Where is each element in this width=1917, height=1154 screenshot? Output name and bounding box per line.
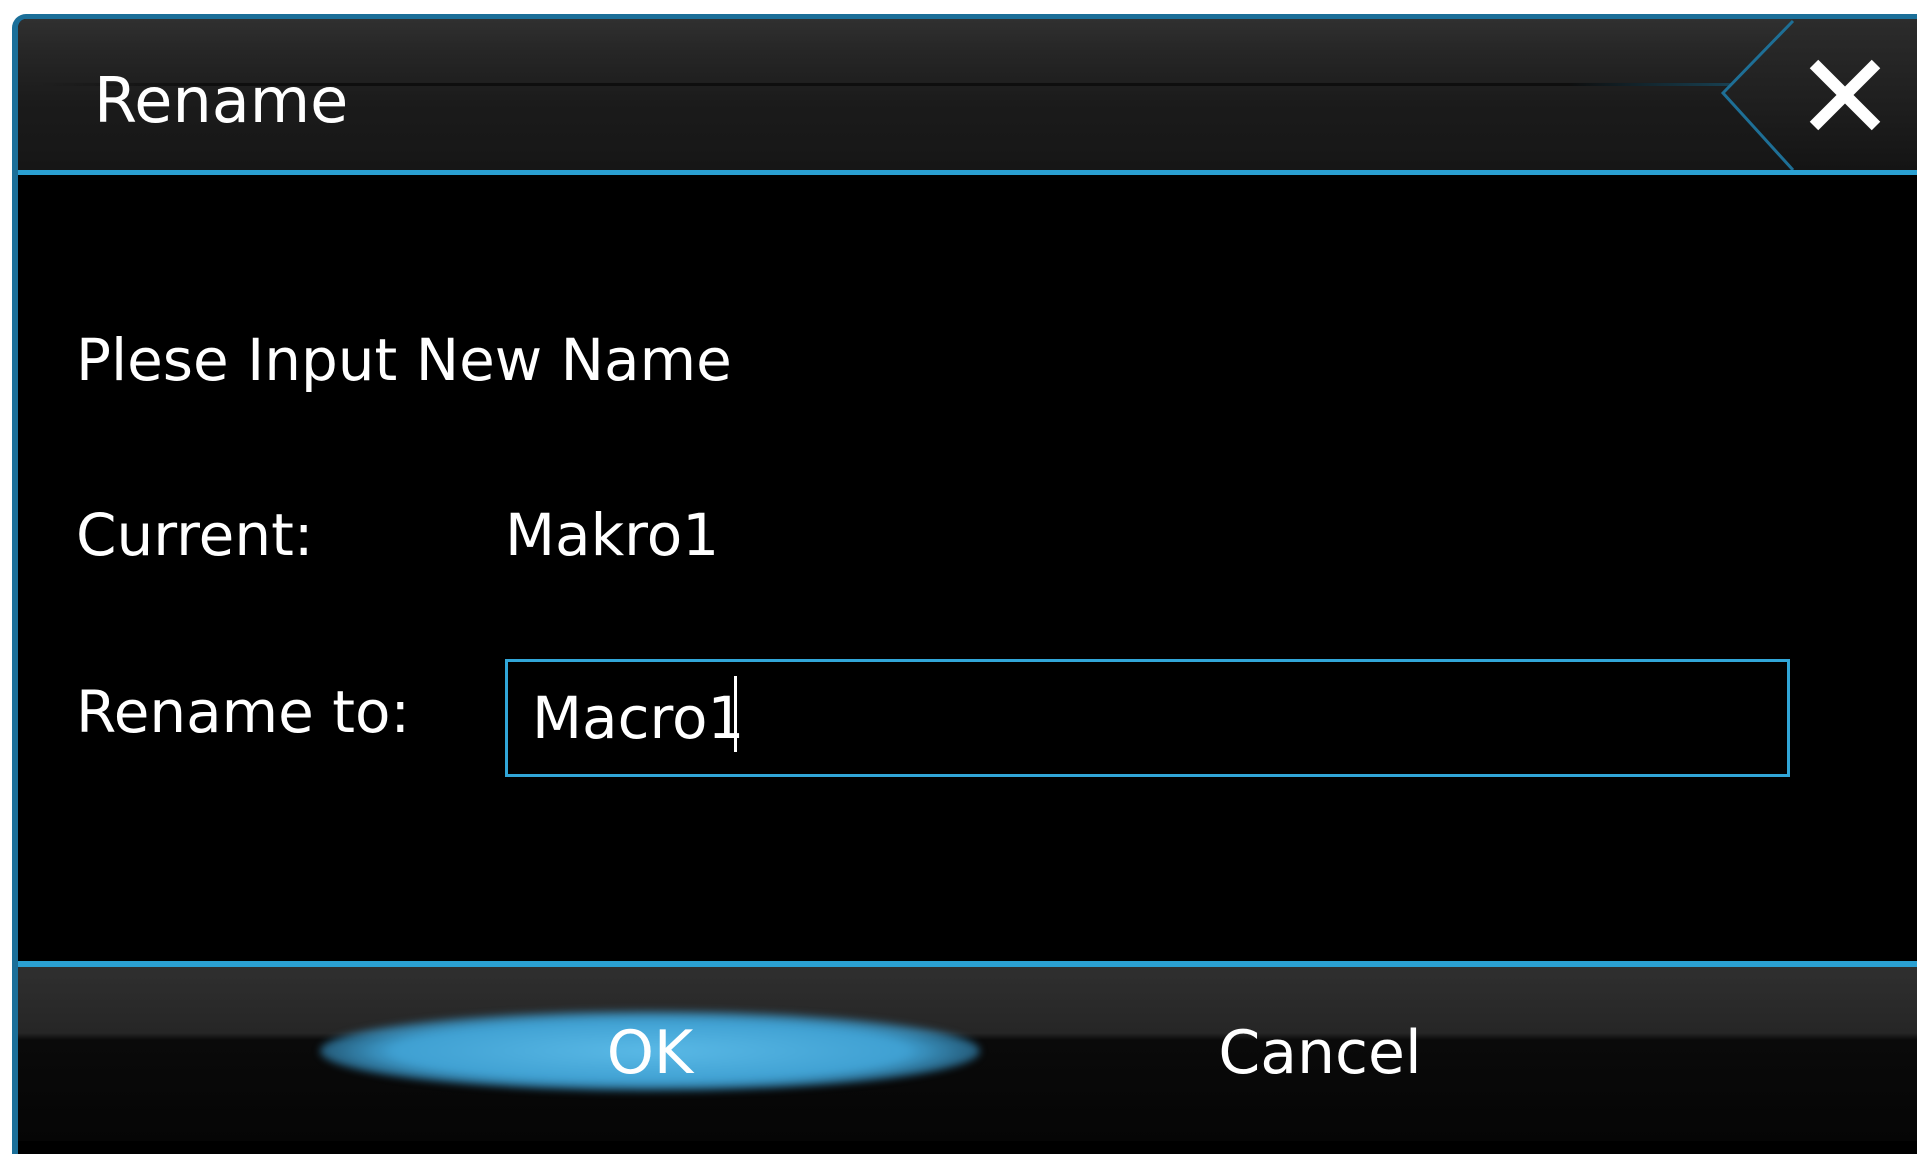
text-caret xyxy=(734,676,737,752)
ok-button[interactable]: OK xyxy=(340,1013,960,1093)
dialog-title: Rename xyxy=(94,64,349,137)
current-name-value: Makro1 xyxy=(505,501,720,569)
instruction-text: Plese Input New Name xyxy=(76,326,732,394)
close-button[interactable] xyxy=(1800,50,1890,140)
cancel-button[interactable]: Cancel xyxy=(1110,1013,1530,1093)
current-name-label: Current: xyxy=(76,501,314,569)
rename-input[interactable] xyxy=(505,659,1790,777)
close-icon xyxy=(1809,59,1881,131)
rename-to-label: Rename to: xyxy=(76,678,411,746)
close-tab-edge xyxy=(1720,19,1795,170)
